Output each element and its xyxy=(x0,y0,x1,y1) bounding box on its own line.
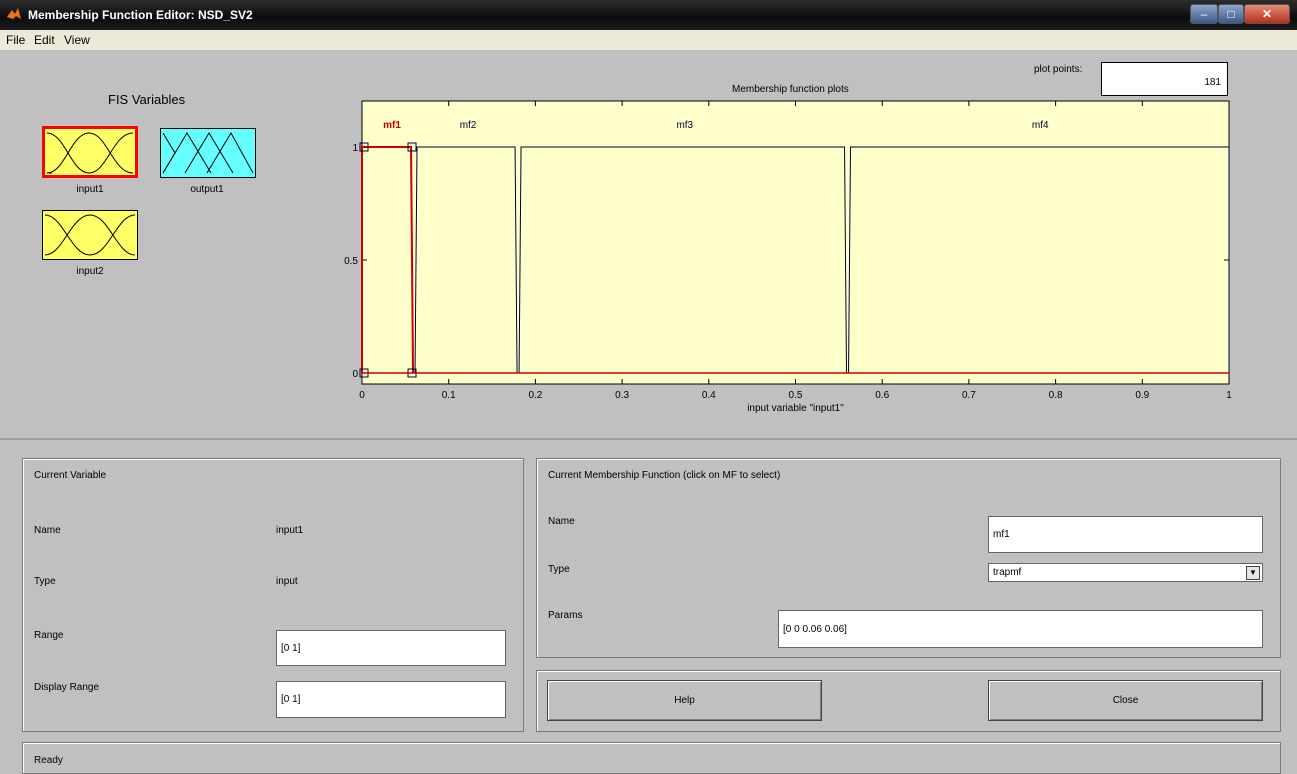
variable-type-label: Type xyxy=(34,576,56,587)
y-tick-label: 0.5 xyxy=(344,256,358,267)
chevron-down-icon[interactable]: ▼ xyxy=(1246,566,1260,580)
x-tick-label: 1 xyxy=(1226,390,1232,401)
x-tick-label: 0.9 xyxy=(1135,390,1149,401)
current-variable-heading: Current Variable xyxy=(34,470,107,481)
y-tick-label: 0 xyxy=(352,369,358,380)
x-tick-label: 0.8 xyxy=(1049,390,1063,401)
x-tick-label: 0.4 xyxy=(702,390,716,401)
mf-name-input[interactable]: mf1 xyxy=(988,516,1263,553)
plot-area[interactable] xyxy=(361,100,1230,385)
range-input[interactable]: [0 1] xyxy=(276,630,506,666)
current-mf-heading: Current Membership Function (click on MF… xyxy=(548,470,781,481)
mf-type-value: trapmf xyxy=(993,567,1022,578)
range-label: Range xyxy=(34,630,64,641)
x-tick-label: 0.1 xyxy=(442,390,456,401)
close-button[interactable]: Close xyxy=(988,680,1263,721)
x-tick-label: 0.6 xyxy=(875,390,889,401)
mf-label-mf3: mf3 xyxy=(676,120,693,131)
x-tick-label: 0.2 xyxy=(528,390,542,401)
mf-type-select[interactable]: trapmf ▼ xyxy=(988,563,1263,582)
membership-function-plot[interactable]: mf2 mf3 mf4 mf1 0 0.1 0.2 0.3 0.4 0.5 0.6 0.7 0.8 0.… xyxy=(0,0,1297,440)
variable-name-value: input1 xyxy=(276,525,304,536)
variable-type-value: input xyxy=(276,576,298,587)
variable-name-label: Name xyxy=(34,525,61,536)
status-bar xyxy=(22,742,1281,774)
mf-label-mf2: mf2 xyxy=(460,120,477,131)
x-tick-label: 0.3 xyxy=(615,390,629,401)
x-tick-label: 0.7 xyxy=(962,390,976,401)
mf-params-input[interactable]: [0 0 0.06 0.06] xyxy=(778,610,1263,648)
x-tick-label: 0 xyxy=(359,390,365,401)
x-axis-label: input variable "input1" xyxy=(747,403,844,414)
y-tick-label: 1 xyxy=(352,143,358,154)
mf-type-label: Type xyxy=(548,564,570,575)
mf-label-mf4: mf4 xyxy=(1032,120,1049,131)
mf-params-label: Params xyxy=(548,610,583,621)
status-text: Ready xyxy=(34,755,63,766)
x-tick-label: 0.5 xyxy=(789,390,803,401)
help-button[interactable]: Help xyxy=(547,680,822,721)
mf-label-mf1: mf1 xyxy=(383,120,401,131)
display-range-input[interactable]: [0 1] xyxy=(276,681,506,718)
display-range-label: Display Range xyxy=(34,682,100,693)
mf-name-label: Name xyxy=(548,516,575,527)
